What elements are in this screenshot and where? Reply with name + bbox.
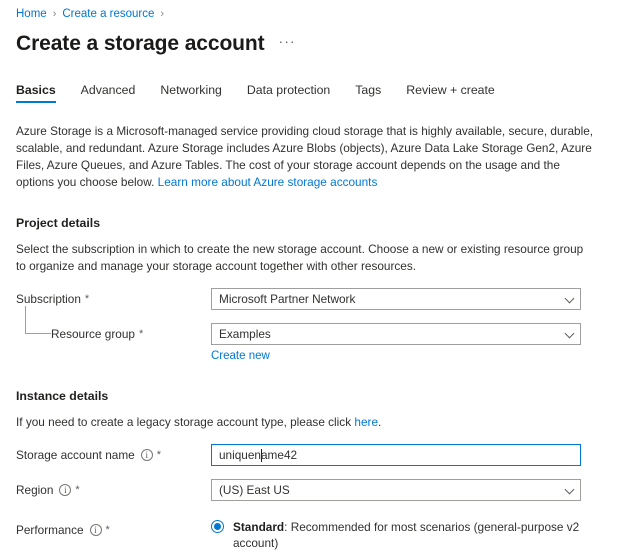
- info-icon[interactable]: i: [89, 524, 102, 536]
- resource-group-selected-value: Examples: [219, 327, 271, 341]
- radio-standard-indicator[interactable]: [211, 520, 224, 533]
- breadcrumb-separator-icon: ›: [52, 8, 57, 20]
- tab-networking[interactable]: Networking: [160, 83, 222, 103]
- label-storage-account-name-text: Storage account name: [16, 448, 135, 462]
- radio-standard-label: Standard: Recommended for most scenarios…: [233, 519, 608, 551]
- breadcrumb-item-create-a-resource[interactable]: Create a resource: [62, 7, 154, 21]
- chevron-down-icon: [564, 328, 575, 339]
- required-asterisk: *: [75, 484, 80, 496]
- tree-connector-icon: [25, 306, 51, 334]
- info-icon[interactable]: i: [59, 484, 72, 496]
- radio-standard-name: Standard: [233, 520, 285, 534]
- field-subscription: Microsoft Partner Network: [211, 288, 581, 310]
- field-storage-account-name: uniquen ame42: [211, 444, 581, 466]
- chevron-down-icon: [564, 484, 575, 495]
- region-select[interactable]: (US) East US: [211, 479, 581, 501]
- legacy-text-before: If you need to create a legacy storage a…: [16, 415, 355, 429]
- storage-account-name-input[interactable]: uniquen ame42: [211, 444, 581, 466]
- info-icon[interactable]: i: [140, 449, 153, 461]
- required-asterisk: *: [156, 449, 161, 461]
- field-resource-group: Examples Create new: [211, 323, 581, 364]
- label-storage-account-name: Storage account name i *: [16, 444, 211, 466]
- learn-more-link[interactable]: Learn more about Azure storage accounts: [158, 175, 378, 189]
- tab-data-protection[interactable]: Data protection: [247, 83, 330, 103]
- label-region: Region i *: [16, 479, 211, 501]
- form-row-region: Region i * (US) East US: [16, 479, 608, 501]
- legacy-text-after: .: [378, 415, 382, 429]
- performance-radio-group: Standard: Recommended for most scenarios…: [211, 519, 608, 560]
- tab-advanced[interactable]: Advanced: [81, 83, 136, 103]
- label-resource-group: Resource group *: [16, 306, 211, 345]
- label-resource-group-text: Resource group: [51, 327, 135, 341]
- region-selected-value: (US) East US: [219, 483, 290, 497]
- page-title: Create a storage account: [16, 32, 265, 55]
- form-row-subscription: Subscription * Microsoft Partner Network: [16, 288, 608, 310]
- tab-bar: Basics Advanced Networking Data protecti…: [16, 77, 608, 103]
- radio-option-standard[interactable]: Standard: Recommended for most scenarios…: [211, 519, 608, 551]
- tab-tags[interactable]: Tags: [355, 83, 381, 103]
- resource-group-select[interactable]: Examples: [211, 323, 581, 345]
- storage-account-name-value-before-caret: uniquen: [219, 448, 261, 462]
- intro-paragraph: Azure Storage is a Microsoft-managed ser…: [16, 123, 594, 191]
- create-storage-account-blade: Home › Create a resource › Create a stor…: [0, 0, 624, 560]
- breadcrumb-separator-icon: ›: [160, 8, 165, 20]
- section-description-project-details: Select the subscription in which to crea…: [16, 242, 584, 273]
- title-row: Create a storage account ···: [16, 31, 608, 57]
- form-row-performance: Performance i * Standard: Recommended fo…: [16, 519, 608, 560]
- subscription-selected-value: Microsoft Partner Network: [219, 292, 356, 306]
- breadcrumb: Home › Create a resource ›: [16, 0, 608, 21]
- tab-review-create[interactable]: Review + create: [406, 83, 495, 103]
- label-performance-text: Performance: [16, 523, 84, 537]
- required-asterisk: *: [84, 293, 90, 305]
- legacy-here-link[interactable]: here: [354, 415, 378, 429]
- label-performance: Performance i *: [16, 519, 211, 541]
- section-heading-project-details: Project details: [16, 216, 101, 230]
- more-options-icon[interactable]: ···: [279, 34, 296, 54]
- section-description-instance-details: If you need to create a legacy storage a…: [16, 414, 591, 431]
- field-region: (US) East US: [211, 479, 581, 501]
- required-asterisk: *: [138, 328, 144, 340]
- create-new-resource-group-link[interactable]: Create new: [211, 350, 270, 362]
- label-region-text: Region: [16, 483, 54, 497]
- required-asterisk: *: [105, 524, 110, 536]
- tab-basics[interactable]: Basics: [16, 83, 56, 103]
- section-heading-instance-details: Instance details: [16, 389, 109, 403]
- subscription-select[interactable]: Microsoft Partner Network: [211, 288, 581, 310]
- breadcrumb-item-home[interactable]: Home: [16, 7, 47, 21]
- chevron-down-icon: [564, 293, 575, 304]
- form-row-resource-group: Resource group * Examples Create new: [16, 306, 608, 364]
- storage-account-name-value-after-caret: ame42: [261, 448, 298, 462]
- form-row-storage-account-name: Storage account name i * uniquen ame42: [16, 444, 608, 466]
